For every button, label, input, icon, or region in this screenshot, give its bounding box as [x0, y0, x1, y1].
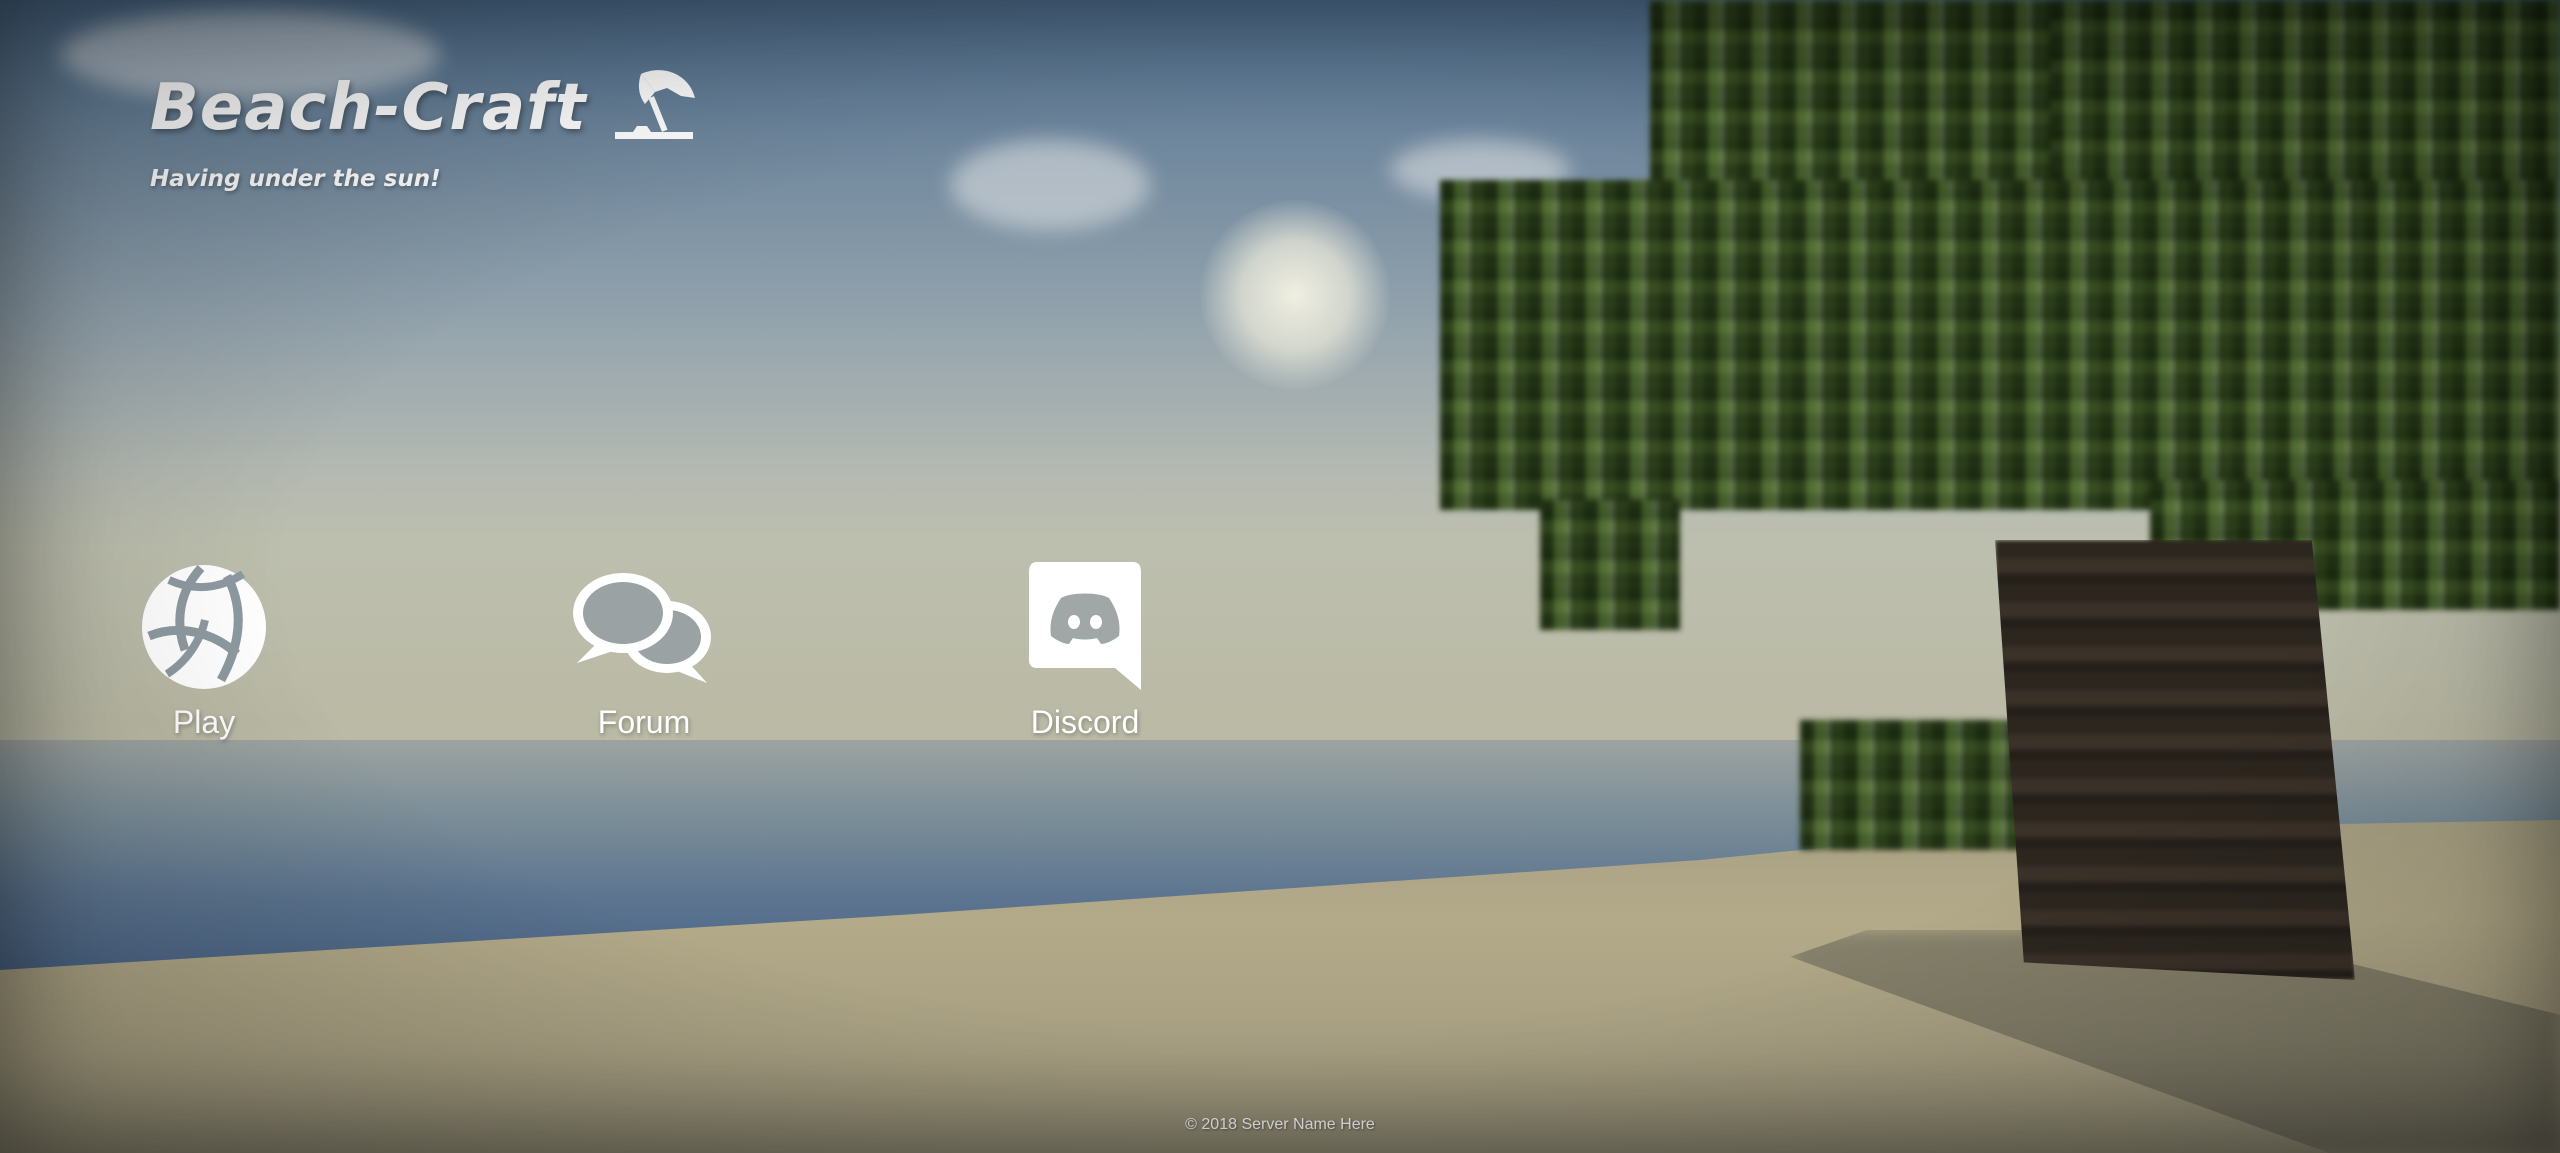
- background-tree-trunk: [1995, 540, 2355, 980]
- site-title: Beach-Craft: [150, 71, 587, 145]
- tree-leaves: [1540, 500, 1680, 630]
- site-tagline: Having under the sun!: [150, 166, 441, 192]
- beach-umbrella-icon: [611, 66, 697, 142]
- tree-leaves: [1440, 180, 2560, 510]
- brand-title: Beach-Craft: [150, 70, 697, 145]
- brand-header: Beach-Craft Having under the sun!: [150, 70, 697, 192]
- forum-label: Forum: [597, 704, 691, 740]
- discord-button[interactable]: Discord: [975, 562, 1195, 741]
- footer-copyright: © 2018 Server Name Here: [1185, 1116, 1375, 1133]
- play-button[interactable]: Play: [94, 562, 314, 741]
- chat-bubbles-icon: [569, 562, 719, 692]
- background-sun: [1200, 200, 1390, 390]
- landing-page: Beach-Craft Having under the sun! Play F…: [0, 0, 2560, 1153]
- forum-button[interactable]: Forum: [534, 562, 754, 741]
- background-cloud: [950, 140, 1150, 230]
- discord-label: Discord: [1030, 704, 1140, 740]
- discord-logo-icon: [1027, 562, 1143, 692]
- volleyball-icon: [139, 562, 269, 692]
- tree-leaves: [1800, 720, 2030, 850]
- play-label: Play: [172, 704, 236, 740]
